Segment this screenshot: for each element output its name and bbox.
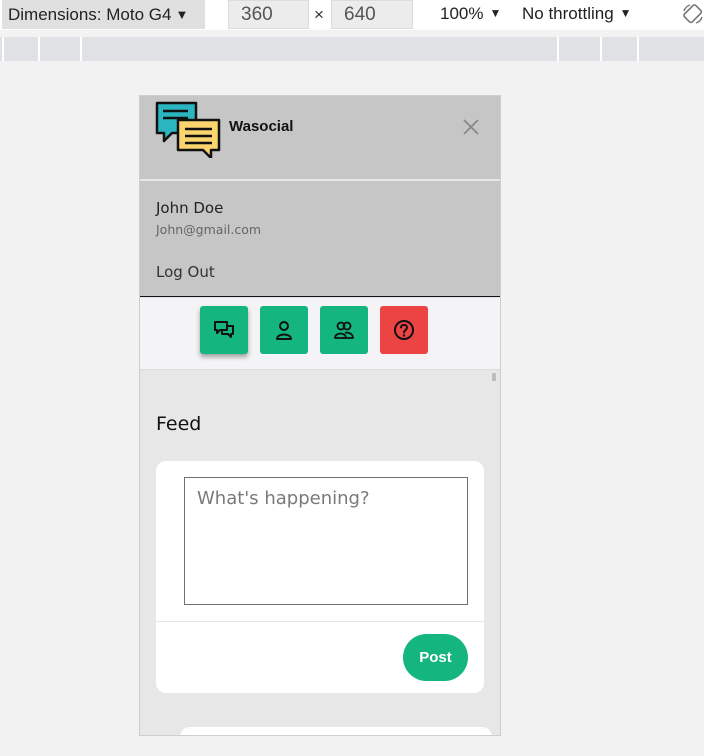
compose-input[interactable] bbox=[184, 477, 468, 605]
users-icon bbox=[334, 321, 354, 339]
logout-link[interactable]: Log Out bbox=[156, 263, 215, 281]
brand-name: Wasocial bbox=[229, 118, 294, 135]
post-card bbox=[180, 727, 492, 735]
devtools-device-toolbar: Dimensions: Moto G4 ▼ 360 × 640 100% ▼ No… bbox=[0, 0, 704, 30]
device-height-input[interactable]: 640 bbox=[331, 0, 413, 29]
chat-bubbles-icon bbox=[214, 321, 234, 338]
chat-logo-icon bbox=[155, 101, 221, 158]
zoom-label: 100% bbox=[440, 4, 484, 23]
help-circle-icon bbox=[394, 320, 414, 340]
ruler-segment[interactable] bbox=[600, 37, 602, 61]
sidebar-header: Wasocial bbox=[140, 96, 500, 180]
device-dimensions-label: Dimensions: Moto G4 bbox=[8, 4, 172, 24]
zoom-dropdown[interactable]: 100% ▼ bbox=[440, 4, 501, 24]
card-divider bbox=[156, 621, 484, 622]
throttling-label: No throttling bbox=[522, 4, 614, 23]
post-button[interactable]: Post bbox=[403, 634, 468, 681]
nav-bar bbox=[140, 298, 500, 370]
compose-card: Post bbox=[156, 461, 484, 693]
device-width-input[interactable]: 360 bbox=[228, 0, 309, 29]
dropdown-caret-icon: ▼ bbox=[619, 6, 632, 20]
close-icon[interactable] bbox=[462, 118, 480, 136]
dimension-times-sign: × bbox=[314, 5, 324, 24]
device-dimensions-dropdown[interactable]: Dimensions: Moto G4 ▼ bbox=[2, 0, 205, 29]
user-name: John Doe bbox=[156, 199, 224, 217]
throttling-dropdown[interactable]: No throttling ▼ bbox=[522, 4, 632, 24]
device-viewport: Wasocial John Doe John@gmail.com Log Out bbox=[139, 95, 501, 736]
feed-section: Feed Post bbox=[140, 371, 500, 735]
user-icon bbox=[276, 321, 292, 340]
ruler-segment[interactable] bbox=[2, 37, 4, 61]
nav-button-friends[interactable] bbox=[320, 306, 368, 354]
rotate-icon[interactable] bbox=[682, 3, 704, 25]
feed-title: Feed bbox=[156, 413, 202, 435]
scrollbar-thumb[interactable] bbox=[492, 373, 496, 381]
nav-button-help[interactable] bbox=[380, 306, 428, 354]
ruler-segment[interactable] bbox=[557, 37, 559, 61]
dropdown-caret-icon: ▼ bbox=[489, 6, 502, 20]
user-info: John Doe John@gmail.com Log Out bbox=[140, 181, 500, 297]
dropdown-caret-icon: ▼ bbox=[175, 7, 189, 22]
ruler-segment[interactable] bbox=[80, 37, 82, 61]
ruler-segment[interactable] bbox=[38, 37, 40, 61]
ruler-segment[interactable] bbox=[637, 37, 639, 61]
nav-button-profile[interactable] bbox=[260, 306, 308, 354]
nav-button-feed[interactable] bbox=[200, 306, 248, 354]
media-query-ruler bbox=[0, 37, 704, 61]
user-email: John@gmail.com bbox=[156, 222, 262, 237]
